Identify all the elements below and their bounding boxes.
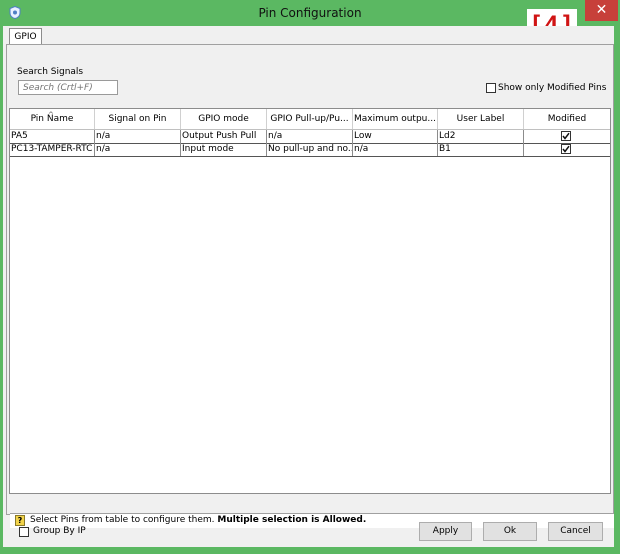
cell-user-label: Ld2 [438,130,524,143]
ok-button[interactable]: Ok [483,522,537,541]
show-modified-checkbox[interactable] [486,83,496,93]
table-header: ^ Pin Name Signal on Pin GPIO mode GPIO … [10,109,610,130]
close-button[interactable]: ✕ [585,0,618,21]
group-by-ip-label: Group By IP [33,526,86,536]
group-by-ip-checkbox[interactable] [19,527,29,537]
table-row[interactable]: PC13-TAMPER-RTC n/a Input mode No pull-u… [10,143,610,157]
status-message: Select Pins from table to configure them… [30,515,215,525]
cell-pin-name: PA5 [10,130,95,143]
search-label: Search Signals [17,67,84,77]
help-icon: ? [15,515,25,526]
column-header-user-label[interactable]: User Label [438,109,524,129]
cell-signal: n/a [95,143,181,156]
status-emphasis: Multiple selection is Allowed. [217,515,367,525]
pin-table: ^ Pin Name Signal on Pin GPIO mode GPIO … [9,108,611,494]
cell-signal: n/a [95,130,181,143]
cell-pin-name: PC13-TAMPER-RTC [10,143,95,156]
checkmark-icon [562,145,570,153]
search-input[interactable] [18,80,118,95]
status-text: Select Pins from table to configure them… [30,515,366,525]
modified-checkbox[interactable] [561,144,571,154]
cell-gpio-mode: Output Push Pull [181,130,267,143]
column-header-signal[interactable]: Signal on Pin [95,109,181,129]
column-header-pin-name[interactable]: ^ Pin Name [10,109,95,129]
modified-checkbox[interactable] [561,131,571,141]
checkmark-icon [562,132,570,140]
cell-max-output: Low [353,130,438,143]
column-header-modified[interactable]: Modified [524,109,610,129]
column-header-gpio-mode[interactable]: GPIO mode [181,109,267,129]
sort-caret-icon: ^ [48,111,54,119]
cell-modified [524,143,610,156]
dialog-body: GPIO Search Signals Show only Modified P… [3,26,614,547]
show-modified-label: Show only Modified Pins [498,83,607,93]
tab-gpio[interactable]: GPIO [9,28,42,45]
cell-max-output: n/a [353,143,438,156]
cell-gpio-mode: Input mode [181,143,267,156]
cancel-button[interactable]: Cancel [548,522,603,541]
cell-pull: No pull-up and no... [268,143,353,156]
gpio-panel: Search Signals Show only Modified Pins ^… [6,44,614,528]
cell-user-label: B1 [438,143,524,156]
cell-modified [524,130,610,143]
column-header-pull[interactable]: GPIO Pull-up/Pu... [267,109,353,129]
table-row[interactable]: PA5 n/a Output Push Pull n/a Low Ld2 [10,129,610,144]
cell-pull: n/a [267,130,353,143]
column-header-max-output[interactable]: Maximum outpu... [353,109,438,129]
apply-button[interactable]: Apply [419,522,472,541]
